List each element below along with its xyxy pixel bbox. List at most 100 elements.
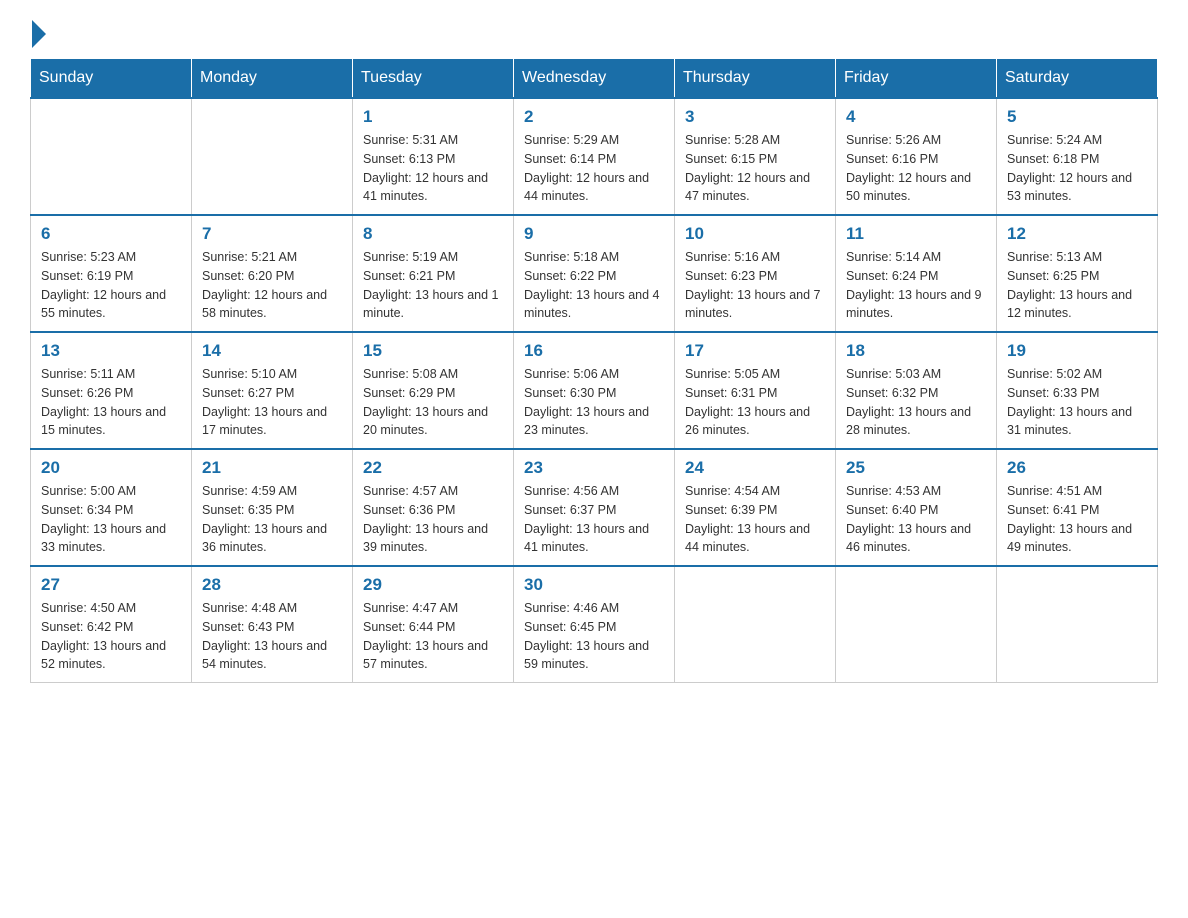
calendar-cell: 10 Sunrise: 5:16 AMSunset: 6:23 PMDayligh… <box>675 215 836 332</box>
day-number: 13 <box>41 341 181 361</box>
day-info: Sunrise: 4:48 AMSunset: 6:43 PMDaylight:… <box>202 599 342 674</box>
page-header <box>30 20 1158 48</box>
day-number: 23 <box>524 458 664 478</box>
day-info: Sunrise: 5:10 AMSunset: 6:27 PMDaylight:… <box>202 365 342 440</box>
week-row-5: 27 Sunrise: 4:50 AMSunset: 6:42 PMDayligh… <box>31 566 1158 683</box>
calendar-cell: 17 Sunrise: 5:05 AMSunset: 6:31 PMDayligh… <box>675 332 836 449</box>
day-number: 14 <box>202 341 342 361</box>
day-info: Sunrise: 5:02 AMSunset: 6:33 PMDaylight:… <box>1007 365 1147 440</box>
calendar-cell: 8 Sunrise: 5:19 AMSunset: 6:21 PMDaylight… <box>353 215 514 332</box>
day-info: Sunrise: 5:26 AMSunset: 6:16 PMDaylight:… <box>846 131 986 206</box>
day-info: Sunrise: 4:50 AMSunset: 6:42 PMDaylight:… <box>41 599 181 674</box>
weekday-header-friday: Friday <box>836 59 997 99</box>
day-info: Sunrise: 5:28 AMSunset: 6:15 PMDaylight:… <box>685 131 825 206</box>
day-number: 22 <box>363 458 503 478</box>
day-number: 17 <box>685 341 825 361</box>
day-info: Sunrise: 5:14 AMSunset: 6:24 PMDaylight:… <box>846 248 986 323</box>
calendar-cell: 23 Sunrise: 4:56 AMSunset: 6:37 PMDayligh… <box>514 449 675 566</box>
day-number: 9 <box>524 224 664 244</box>
weekday-header-thursday: Thursday <box>675 59 836 99</box>
calendar-cell: 16 Sunrise: 5:06 AMSunset: 6:30 PMDayligh… <box>514 332 675 449</box>
day-number: 10 <box>685 224 825 244</box>
day-info: Sunrise: 5:29 AMSunset: 6:14 PMDaylight:… <box>524 131 664 206</box>
day-info: Sunrise: 5:31 AMSunset: 6:13 PMDaylight:… <box>363 131 503 206</box>
day-number: 1 <box>363 107 503 127</box>
week-row-1: 1 Sunrise: 5:31 AMSunset: 6:13 PMDaylight… <box>31 98 1158 215</box>
day-number: 8 <box>363 224 503 244</box>
day-number: 25 <box>846 458 986 478</box>
calendar-cell: 26Sunrise: 4:51 AMSunset: 6:41 PMDayligh… <box>997 449 1158 566</box>
day-info: Sunrise: 5:19 AMSunset: 6:21 PMDaylight:… <box>363 248 503 323</box>
day-number: 2 <box>524 107 664 127</box>
day-info: Sunrise: 4:46 AMSunset: 6:45 PMDaylight:… <box>524 599 664 674</box>
day-number: 27 <box>41 575 181 595</box>
day-number: 7 <box>202 224 342 244</box>
calendar-table: SundayMondayTuesdayWednesdayThursdayFrid… <box>30 58 1158 683</box>
weekday-header-sunday: Sunday <box>31 59 192 99</box>
day-info: Sunrise: 4:51 AMSunset: 6:41 PMDaylight:… <box>1007 482 1147 557</box>
day-info: Sunrise: 5:18 AMSunset: 6:22 PMDaylight:… <box>524 248 664 323</box>
calendar-cell <box>31 98 192 215</box>
day-number: 18 <box>846 341 986 361</box>
calendar-cell: 24 Sunrise: 4:54 AMSunset: 6:39 PMDayligh… <box>675 449 836 566</box>
week-row-2: 6 Sunrise: 5:23 AMSunset: 6:19 PMDaylight… <box>31 215 1158 332</box>
calendar-cell: 1 Sunrise: 5:31 AMSunset: 6:13 PMDaylight… <box>353 98 514 215</box>
day-number: 20 <box>41 458 181 478</box>
week-row-4: 20 Sunrise: 5:00 AMSunset: 6:34 PMDayligh… <box>31 449 1158 566</box>
weekday-header-wednesday: Wednesday <box>514 59 675 99</box>
calendar-cell: 28 Sunrise: 4:48 AMSunset: 6:43 PMDayligh… <box>192 566 353 683</box>
day-info: Sunrise: 5:24 AMSunset: 6:18 PMDaylight:… <box>1007 131 1147 206</box>
day-number: 15 <box>363 341 503 361</box>
day-info: Sunrise: 5:00 AMSunset: 6:34 PMDaylight:… <box>41 482 181 557</box>
calendar-cell: 19 Sunrise: 5:02 AMSunset: 6:33 PMDayligh… <box>997 332 1158 449</box>
calendar-cell: 25 Sunrise: 4:53 AMSunset: 6:40 PMDayligh… <box>836 449 997 566</box>
weekday-header-saturday: Saturday <box>997 59 1158 99</box>
calendar-cell: 27 Sunrise: 4:50 AMSunset: 6:42 PMDayligh… <box>31 566 192 683</box>
calendar-cell: 30 Sunrise: 4:46 AMSunset: 6:45 PMDayligh… <box>514 566 675 683</box>
weekday-header-row: SundayMondayTuesdayWednesdayThursdayFrid… <box>31 59 1158 99</box>
day-info: Sunrise: 5:06 AMSunset: 6:30 PMDaylight:… <box>524 365 664 440</box>
day-info: Sunrise: 4:56 AMSunset: 6:37 PMDaylight:… <box>524 482 664 557</box>
day-info: Sunrise: 4:53 AMSunset: 6:40 PMDaylight:… <box>846 482 986 557</box>
day-number: 3 <box>685 107 825 127</box>
day-number: 5 <box>1007 107 1147 127</box>
day-number: 16 <box>524 341 664 361</box>
day-info: Sunrise: 5:08 AMSunset: 6:29 PMDaylight:… <box>363 365 503 440</box>
day-number: 6 <box>41 224 181 244</box>
calendar-cell: 29Sunrise: 4:47 AMSunset: 6:44 PMDayligh… <box>353 566 514 683</box>
calendar-cell: 14 Sunrise: 5:10 AMSunset: 6:27 PMDayligh… <box>192 332 353 449</box>
day-info: Sunrise: 4:59 AMSunset: 6:35 PMDaylight:… <box>202 482 342 557</box>
day-number: 19 <box>1007 341 1147 361</box>
weekday-header-monday: Monday <box>192 59 353 99</box>
week-row-3: 13 Sunrise: 5:11 AMSunset: 6:26 PMDayligh… <box>31 332 1158 449</box>
day-info: Sunrise: 5:23 AMSunset: 6:19 PMDaylight:… <box>41 248 181 323</box>
calendar-cell: 22 Sunrise: 4:57 AMSunset: 6:36 PMDayligh… <box>353 449 514 566</box>
calendar-cell: 13 Sunrise: 5:11 AMSunset: 6:26 PMDayligh… <box>31 332 192 449</box>
calendar-cell: 7Sunrise: 5:21 AMSunset: 6:20 PMDaylight… <box>192 215 353 332</box>
calendar-cell <box>192 98 353 215</box>
calendar-cell: 12Sunrise: 5:13 AMSunset: 6:25 PMDayligh… <box>997 215 1158 332</box>
day-number: 28 <box>202 575 342 595</box>
day-info: Sunrise: 5:13 AMSunset: 6:25 PMDaylight:… <box>1007 248 1147 323</box>
calendar-cell: 18 Sunrise: 5:03 AMSunset: 6:32 PMDayligh… <box>836 332 997 449</box>
day-number: 30 <box>524 575 664 595</box>
logo-arrow-icon <box>32 20 46 48</box>
calendar-cell: 2 Sunrise: 5:29 AMSunset: 6:14 PMDaylight… <box>514 98 675 215</box>
calendar-cell: 9 Sunrise: 5:18 AMSunset: 6:22 PMDaylight… <box>514 215 675 332</box>
calendar-cell: 4 Sunrise: 5:26 AMSunset: 6:16 PMDaylight… <box>836 98 997 215</box>
calendar-cell: 21 Sunrise: 4:59 AMSunset: 6:35 PMDayligh… <box>192 449 353 566</box>
weekday-header-tuesday: Tuesday <box>353 59 514 99</box>
day-number: 24 <box>685 458 825 478</box>
calendar-cell: 15 Sunrise: 5:08 AMSunset: 6:29 PMDayligh… <box>353 332 514 449</box>
calendar-cell: 20 Sunrise: 5:00 AMSunset: 6:34 PMDayligh… <box>31 449 192 566</box>
day-info: Sunrise: 5:16 AMSunset: 6:23 PMDaylight:… <box>685 248 825 323</box>
day-number: 21 <box>202 458 342 478</box>
day-info: Sunrise: 5:11 AMSunset: 6:26 PMDaylight:… <box>41 365 181 440</box>
calendar-cell <box>836 566 997 683</box>
day-info: Sunrise: 5:03 AMSunset: 6:32 PMDaylight:… <box>846 365 986 440</box>
day-info: Sunrise: 4:54 AMSunset: 6:39 PMDaylight:… <box>685 482 825 557</box>
day-info: Sunrise: 4:57 AMSunset: 6:36 PMDaylight:… <box>363 482 503 557</box>
day-number: 11 <box>846 224 986 244</box>
day-number: 4 <box>846 107 986 127</box>
day-info: Sunrise: 5:05 AMSunset: 6:31 PMDaylight:… <box>685 365 825 440</box>
